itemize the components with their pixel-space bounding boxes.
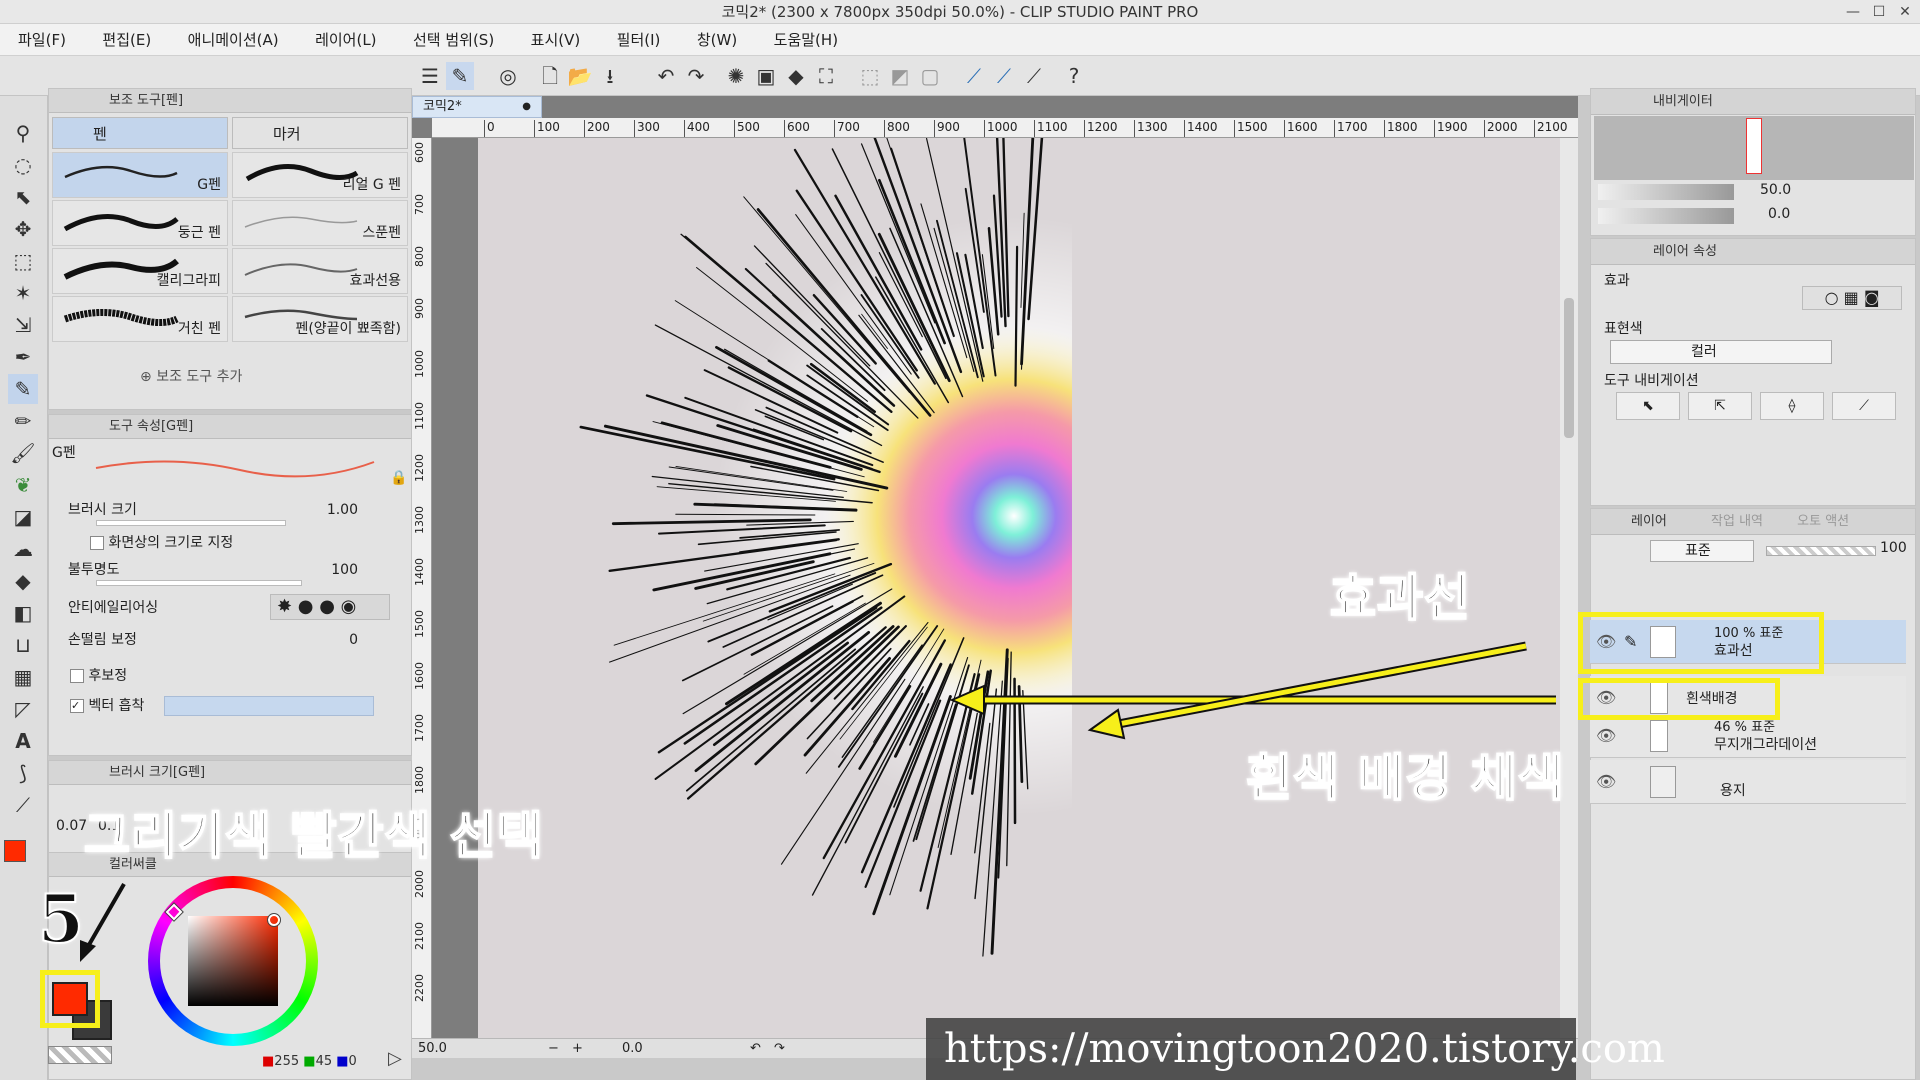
annotation-effect-line: 효과선	[1329, 568, 1471, 628]
annotation-white-fill: 흰색 배경 채색	[1245, 748, 1565, 808]
blog-watermark: https://movingtoon2020.tistory.com	[926, 1018, 1665, 1080]
app-window: 코믹2* (2300 x 7800px 350dpi 50.0%) - CLIP…	[0, 0, 1920, 1080]
arrow-line-3	[84, 883, 126, 951]
arrow-line-2	[1107, 643, 1527, 729]
annotation-arrows	[80, 641, 1556, 962]
arrow-head-1	[949, 684, 985, 716]
arrow-head-2	[1087, 708, 1126, 740]
annotation-pick-red: 그리기색 빨간색 선택	[83, 806, 544, 866]
annotation-step-number: 5	[37, 879, 85, 959]
